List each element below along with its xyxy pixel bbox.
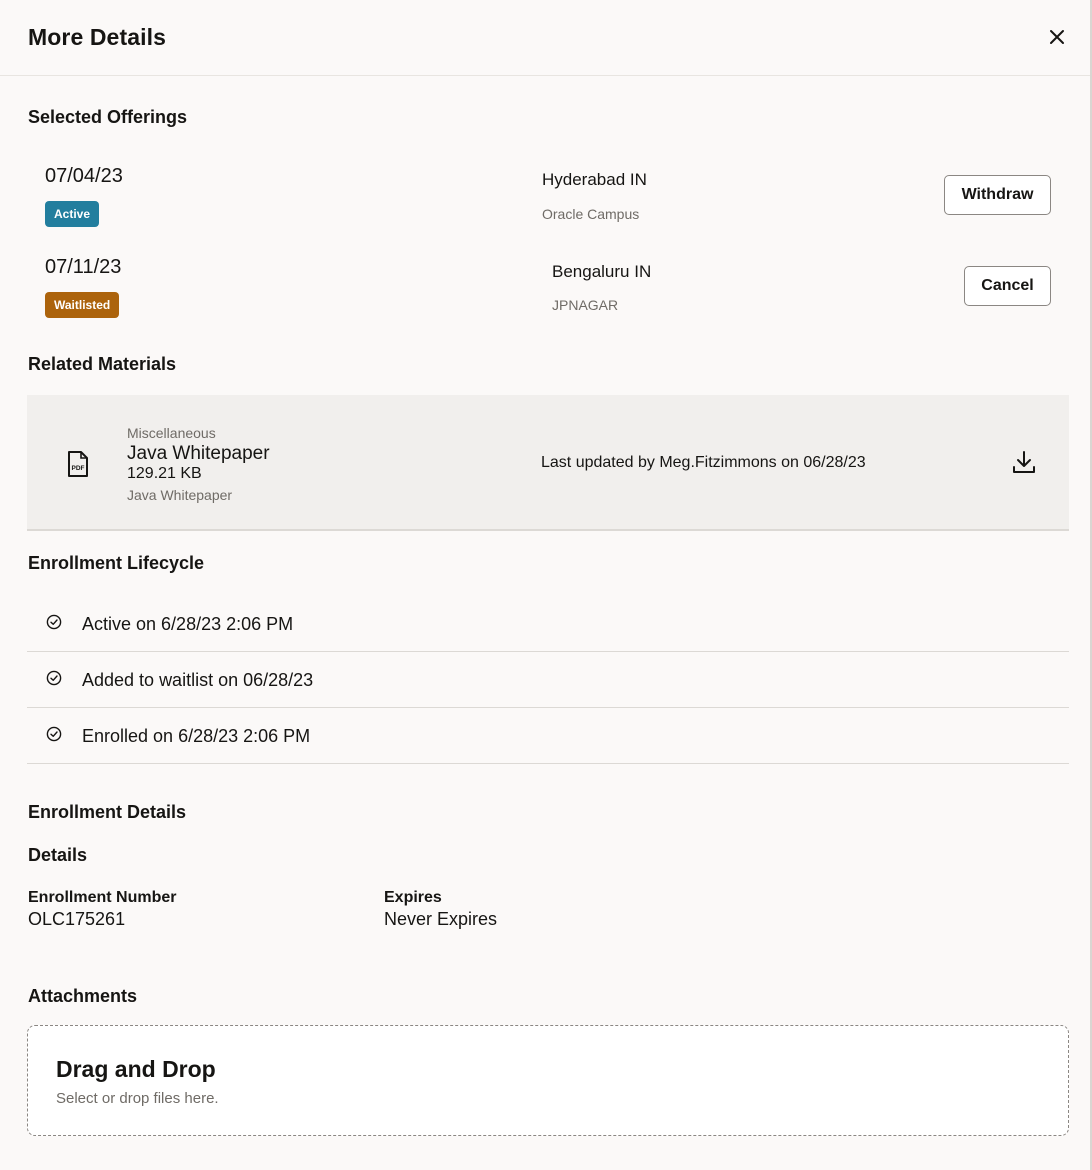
- expires-label: Expires: [384, 889, 442, 906]
- details-subheading: Details: [28, 845, 88, 865]
- status-badge-waitlisted: Waitlisted: [45, 292, 120, 318]
- offering-location: Hyderabad IN: [542, 170, 647, 189]
- check-circle-icon: [46, 614, 62, 630]
- material-updated: Last updated by Meg.Fitzimmons on 06/28/…: [541, 454, 866, 471]
- withdraw-button[interactable]: Withdraw: [944, 175, 1051, 215]
- material-name: Java Whitepaper: [127, 443, 270, 464]
- related-materials-heading: Related Materials: [28, 354, 177, 374]
- lifecycle-text: Added to waitlist on 06/28/23: [82, 670, 314, 690]
- lifecycle-item: Enrolled on 6/28/23 2:06 PM: [27, 708, 1069, 764]
- status-badge-active: Active: [45, 201, 100, 227]
- material-category: Miscellaneous: [127, 425, 216, 441]
- offering-venue: JPNAGAR: [552, 297, 619, 313]
- cancel-button[interactable]: Cancel: [964, 266, 1051, 306]
- selected-offerings-heading: Selected Offerings: [28, 107, 188, 127]
- pdf-icon-label: PDF: [72, 465, 85, 472]
- offering-venue: Oracle Campus: [542, 206, 640, 222]
- pdf-file-icon: PDF: [68, 451, 88, 477]
- lifecycle-text: Active on 6/28/23 2:06 PM: [82, 614, 294, 634]
- enrollment-details-heading: Enrollment Details: [28, 802, 187, 822]
- enrollment-number-value: OLC175261: [28, 909, 126, 929]
- lifecycle-text: Enrolled on 6/28/23 2:06 PM: [82, 726, 311, 746]
- dropzone-hint: Select or drop files here.: [56, 1090, 219, 1107]
- material-description: Java Whitepaper: [127, 487, 233, 503]
- check-circle-icon: [46, 670, 62, 686]
- lifecycle-item: Added to waitlist on 06/28/23: [27, 652, 1069, 708]
- material-size: 129.21 KB: [127, 465, 202, 482]
- enrollment-lifecycle-heading: Enrollment Lifecycle: [28, 553, 205, 573]
- lifecycle-item: Active on 6/28/23 2:06 PM: [27, 596, 1069, 652]
- material-item[interactable]: PDF Miscellaneous Java Whitepaper 129.21…: [27, 395, 1069, 531]
- download-icon: [1013, 451, 1035, 473]
- file-dropzone[interactable]: Drag and Drop Select or drop files here.: [27, 1025, 1069, 1136]
- page-title: More Details: [28, 24, 166, 50]
- offering-date: 07/11/23: [45, 256, 122, 278]
- check-circle-icon: [46, 726, 62, 742]
- close-icon: [1050, 30, 1064, 44]
- expires-value: Never Expires: [384, 909, 498, 929]
- enrollment-number-label: Enrollment Number: [28, 889, 177, 906]
- offering-location: Bengaluru IN: [552, 262, 652, 281]
- close-button[interactable]: [1044, 24, 1070, 50]
- more-details-panel: More Details Selected Offerings 07/04/23…: [0, 0, 1092, 1170]
- offering-date: 07/04/23: [45, 165, 123, 187]
- dropzone-title: Drag and Drop: [56, 1056, 216, 1082]
- download-button[interactable]: [1011, 449, 1037, 480]
- attachments-heading: Attachments: [28, 986, 138, 1006]
- panel-header: More Details: [0, 0, 1090, 76]
